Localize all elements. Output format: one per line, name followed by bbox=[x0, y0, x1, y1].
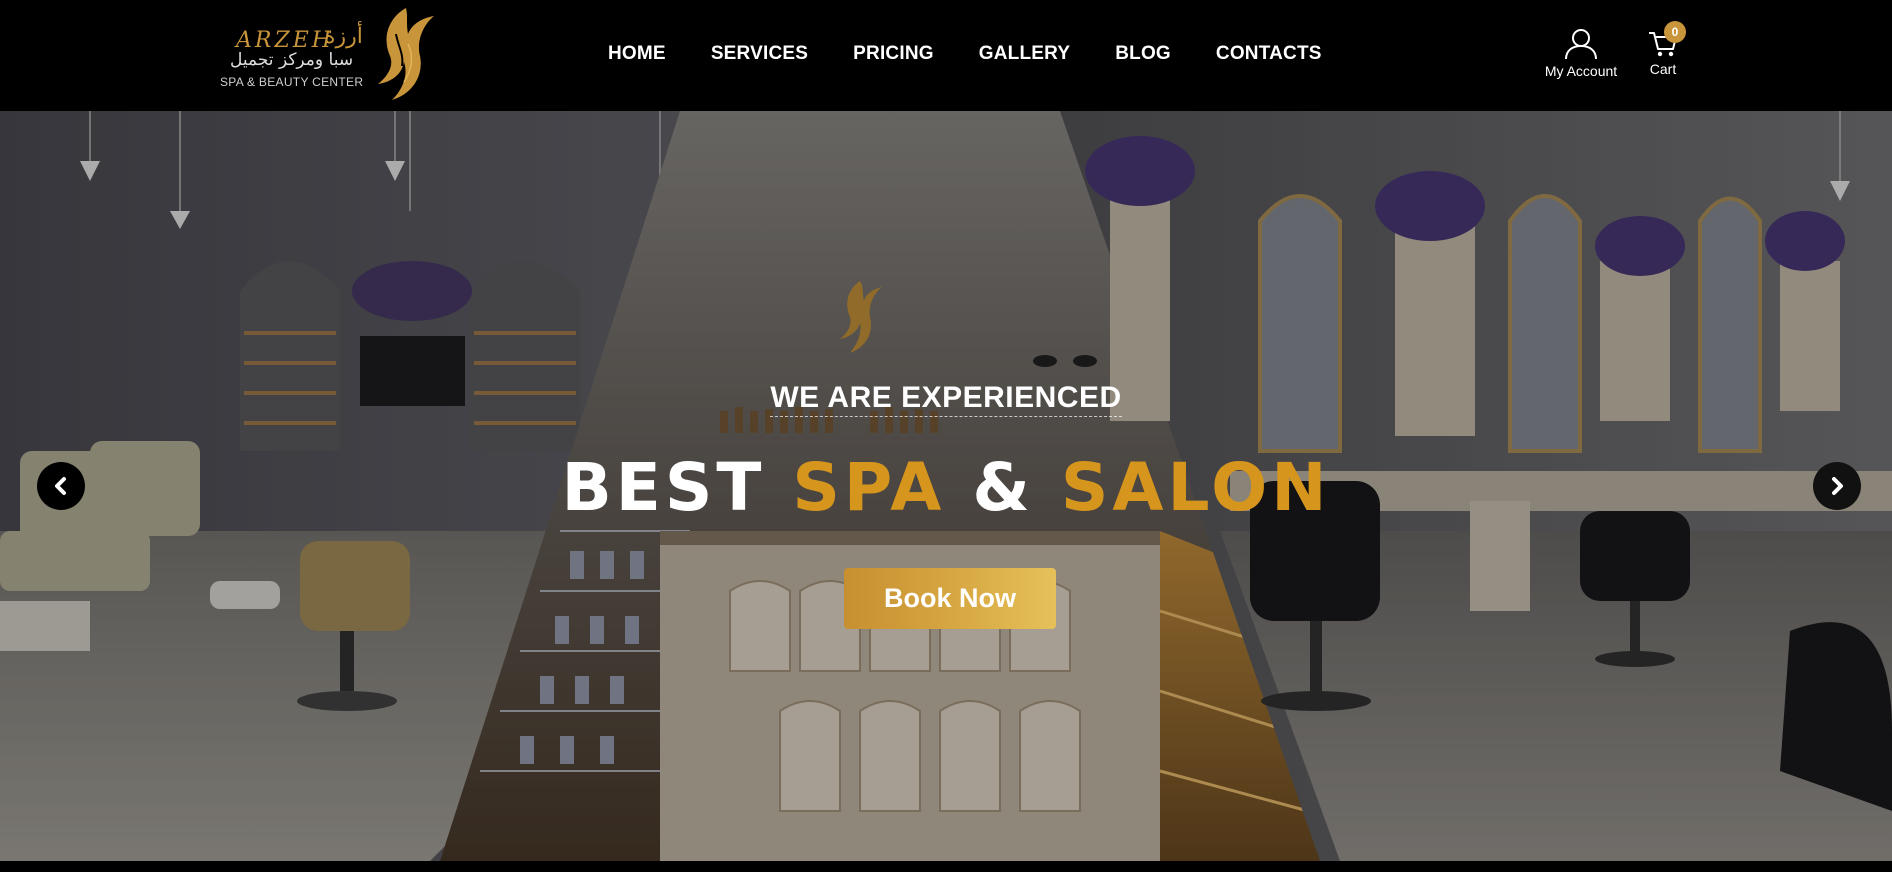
logo-arabic-subtitle: سبا ومركز تجميل bbox=[230, 50, 354, 70]
nav-blog[interactable]: BLOG bbox=[1115, 43, 1171, 65]
cart-count-badge: 0 bbox=[1664, 21, 1686, 43]
hero-kicker: WE ARE EXPERIENCED bbox=[0, 381, 1892, 417]
logo[interactable]: ARZEH أرزة سبا ومركز تجميل SPA & BEAUTY … bbox=[218, 4, 438, 104]
headline-word-salon: SALON bbox=[1060, 449, 1331, 526]
slider-prev-button[interactable] bbox=[37, 462, 85, 510]
logo-arabic-name: أرزة bbox=[324, 24, 363, 49]
headline-word-best: BEST bbox=[561, 449, 766, 526]
nav-contacts[interactable]: CONTACTS bbox=[1216, 43, 1322, 65]
woman-silhouette-icon bbox=[378, 8, 434, 100]
headline-ampersand: & bbox=[972, 449, 1034, 526]
slider-next-button[interactable] bbox=[1813, 462, 1861, 510]
hero-kicker-text: WE ARE EXPERIENCED bbox=[770, 381, 1122, 417]
my-account-label: My Account bbox=[1544, 63, 1618, 79]
logo-subtitle: SPA & BEAUTY CENTER bbox=[220, 75, 364, 89]
cart-link[interactable]: 0 Cart bbox=[1640, 21, 1686, 84]
headline-word-spa: SPA bbox=[792, 449, 946, 526]
cart-label: Cart bbox=[1649, 61, 1677, 77]
nav-home[interactable]: HOME bbox=[608, 43, 666, 65]
my-account-link[interactable]: My Account bbox=[1536, 28, 1626, 82]
hero-headline: BEST SPA & SALON bbox=[0, 449, 1892, 526]
nav-gallery[interactable]: GALLERY bbox=[979, 43, 1070, 65]
site-header: ARZEH أرزة سبا ومركز تجميل SPA & BEAUTY … bbox=[0, 0, 1892, 111]
nav-pricing[interactable]: PRICING bbox=[853, 43, 934, 65]
main-nav: HOME SERVICES PRICING GALLERY BLOG CONTA… bbox=[608, 43, 1367, 65]
hero-slider: WE ARE EXPERIENCED BEST SPA & SALON Book… bbox=[0, 111, 1892, 861]
user-icon bbox=[1565, 29, 1597, 60]
chevron-left-icon bbox=[55, 477, 66, 495]
bottom-strip bbox=[0, 861, 1892, 872]
book-now-button[interactable]: Book Now bbox=[844, 568, 1056, 629]
chevron-right-icon bbox=[1832, 477, 1843, 495]
nav-services[interactable]: SERVICES bbox=[711, 43, 808, 65]
